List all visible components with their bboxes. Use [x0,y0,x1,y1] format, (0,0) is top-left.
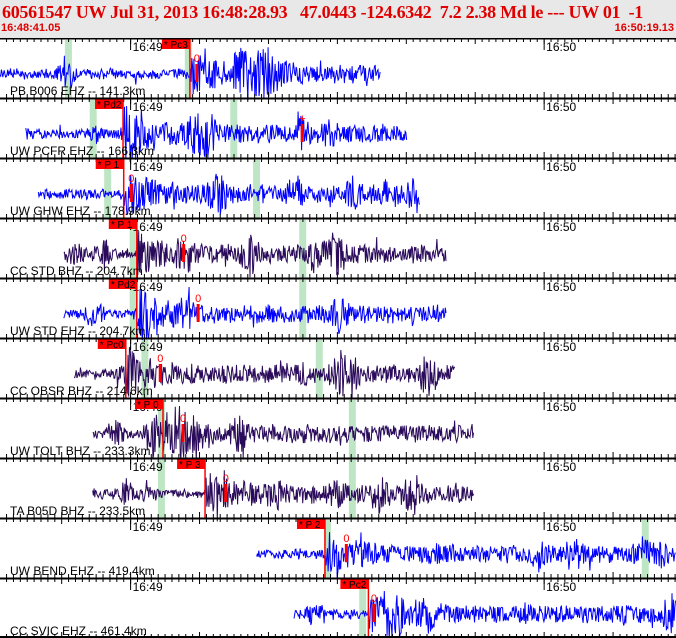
coda-marker [158,364,162,382]
trace-panel[interactable]: 16:49 16:50 * P 3 0 TA B05D BHZ -- 233.5km [0,457,676,522]
trace-panel[interactable]: 16:49 16:50* P 10CC STD BHZ -- 204.7km [0,217,676,278]
marker-label: 0 [180,413,186,425]
minute-label: 16:49 [133,340,163,354]
minute-label: 16:50 [546,460,576,474]
minute-label: 16:49 [133,520,163,534]
start-time: 16:48:41.05 [1,22,61,34]
station-label: CC STD BHZ -- 204.7km [10,264,143,278]
minute-label: 16:50 [546,340,576,354]
marker-label: 0 [128,173,134,185]
waveform [293,590,676,638]
marker-label: + [299,113,305,125]
seismogram-panels[interactable]: 16:49 16:50* Pc30PB B006 EHZ -- 141.3km16… [0,38,676,638]
trace-panel[interactable]: 16:4916:50* P 00UW TOLT BHZ -- 233.3km [0,397,676,462]
pick-label: * P 1 [98,160,120,171]
waveform [256,532,676,579]
pick-label: * P 2 [299,520,321,531]
phase-window [315,340,323,398]
coda-marker [181,424,185,442]
marker-label: 0 [195,293,201,305]
minute-label: 16:50 [546,400,576,414]
minute-label: 16:50 [546,580,576,594]
phase-window [348,460,356,518]
coda-marker [224,484,228,502]
pick-label: * Pd2 [111,280,136,291]
pick-label: * P 0 [137,400,159,411]
event-title: 60561547 UW Jul 31, 2013 16:48:28.93 47.… [2,2,644,22]
station-label: UW PCFR EHZ -- 166.3km [10,144,154,158]
marker-label: 0 [223,473,229,485]
station-label: CC OBSR BHZ -- 214.6km [10,384,153,398]
trace-panel[interactable]: 16:49 16:50 * Pc3 0 PB B006 EHZ -- 141.3km [0,38,676,100]
minute-label: 16:49 [133,460,163,474]
minute-label: 16:50 [546,280,576,294]
minute-label: 16:50 [546,100,576,114]
coda-marker [300,124,304,142]
end-time: 16:50:19.13 [614,22,674,34]
minute-label: 16:50 [546,40,576,54]
station-label: TA B05D BHZ -- 233.5km [10,504,145,518]
coda-marker [129,184,133,202]
minute-label: 16:49 [133,580,163,594]
pick-label: * Pc0 [100,340,124,351]
pick-label: * Pc3 [164,40,188,51]
station-label: UW GHW EHZ -- 178.9km [10,204,151,218]
marker-label: 0 [194,53,200,65]
event-header: 60561547 UW Jul 31, 2013 16:48:28.93 47.… [0,0,676,38]
trace-panel[interactable]: 16:49 16:50 * Pc0 0 CC OBSR BHZ -- 214.6km [0,337,676,400]
pick-label: * P 3 [179,460,201,471]
station-label: UW TOLT BHZ -- 233.3km [10,444,150,458]
station-label: UW STD EHZ -- 204.7km [10,324,145,338]
minute-label: 16:49 [133,100,163,114]
coda-marker [182,244,186,262]
minute-label: 16:50 [546,160,576,174]
marker-label: 0 [343,533,349,545]
coda-marker [196,304,200,322]
pick-label: * Pc2 [342,580,366,591]
minute-label: 16:49 [133,160,163,174]
trace-panel[interactable]: 16:49 16:50 * Pc2 0 CC SVIC EHZ -- 461.4km [0,577,676,638]
trace-panel[interactable]: 16:49 16:50 * P 2 0 UW BEND EHZ -- 419.4km [0,517,676,579]
station-label: CC SVIC EHZ -- 461.4km [10,624,147,638]
waveform [92,470,474,522]
trace-panel[interactable]: 16:49 16:50 * Pd2 + UW PCFR EHZ -- 166.3km [0,97,676,162]
pick-label: * P 1 [111,220,133,231]
trace-panel[interactable]: 16:49 16:50 * P 1 0 UW GHW EHZ -- 178.9km [0,157,676,218]
minute-label: 16:49 [133,40,163,54]
station-label: PB B006 EHZ -- 141.3km [10,84,145,98]
trace-panel[interactable]: 16:49 16:50* Pd20UW STD EHZ -- 204.7km [0,277,676,342]
coda-marker [344,544,348,562]
station-label: UW BEND EHZ -- 419.4km [10,564,155,578]
phase-window [253,160,261,218]
coda-marker [195,64,199,82]
coda-marker [372,604,376,622]
minute-label: 16:50 [546,220,576,234]
marker-label: 0 [181,233,187,245]
marker-label: 0 [157,353,163,365]
pick-label: * Pd2 [97,100,122,111]
minute-label: 16:50 [546,520,576,534]
marker-label: 0 [371,593,377,605]
